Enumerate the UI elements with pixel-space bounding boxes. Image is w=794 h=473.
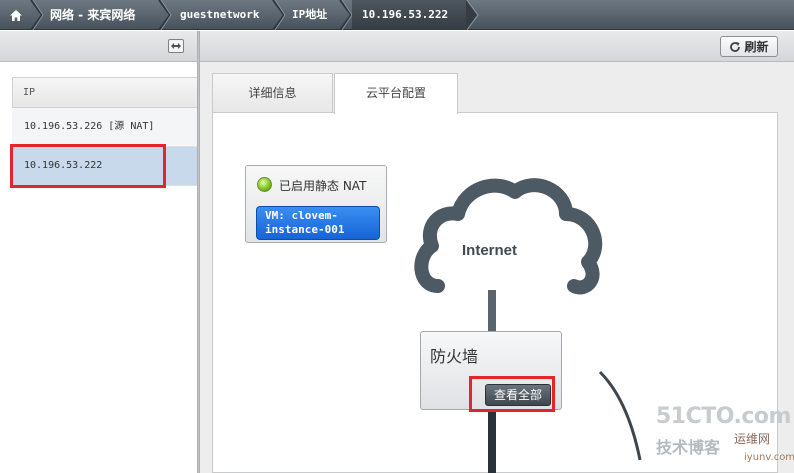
- static-nat-box: 已启用静态 NAT VM: clovem- instance-001: [245, 165, 387, 243]
- vm-link[interactable]: VM: clovem- instance-001: [256, 206, 380, 240]
- view-all-button[interactable]: 查看全部: [485, 384, 551, 406]
- watermark-url: iyunv.com: [744, 452, 794, 463]
- breadcrumb-ip-addresses[interactable]: IP地址: [292, 0, 327, 30]
- breadcrumb-network[interactable]: 网络 - 来宾网络: [50, 0, 135, 30]
- internet-label: Internet: [462, 242, 518, 259]
- watermark-brand: 51CTO.com: [656, 404, 791, 429]
- breadcrumb-separator-icon: [158, 0, 172, 30]
- left-toolbar: [0, 31, 197, 62]
- watermark: 51CTO.com 技术博客 运维网 iyunv.com: [652, 402, 794, 473]
- refresh-label: 刷新: [744, 40, 769, 54]
- list-header: IP: [12, 77, 197, 108]
- right-toolbar: 刷新: [200, 31, 794, 62]
- nat-status-label: 已启用静态 NAT: [279, 179, 367, 193]
- home-button[interactable]: [0, 0, 32, 30]
- watermark-subtitle: 技术博客: [656, 438, 721, 457]
- ip-list-panel: IP 10.196.53.226 [源 NAT] 10.196.53.222: [0, 62, 197, 473]
- breadcrumb-separator-icon: [466, 0, 479, 30]
- green-led-icon: [257, 177, 272, 192]
- breadcrumb: 网络 - 来宾网络 guestnetwork IP地址 10.196.53.22…: [0, 0, 794, 30]
- vm-line-2: instance-001: [265, 223, 345, 236]
- vm-line-1: VM: clovem-: [265, 209, 338, 222]
- firewall-box: 防火墙 查看全部: [420, 331, 562, 410]
- refresh-icon: [730, 41, 741, 52]
- tab-details[interactable]: 详细信息: [212, 73, 333, 113]
- refresh-button[interactable]: 刷新: [720, 36, 778, 57]
- firewall-title: 防火墙: [430, 347, 479, 366]
- breadcrumb-guestnetwork[interactable]: guestnetwork: [180, 0, 259, 30]
- breadcrumb-current-ip: 10.196.53.222: [352, 0, 466, 30]
- watermark-tag: 运维网: [734, 432, 771, 446]
- home-icon: [10, 9, 22, 21]
- collapse-panel-button[interactable]: [168, 39, 184, 53]
- breadcrumb-separator-icon: [272, 0, 286, 30]
- collapse-arrows-icon: [171, 43, 181, 49]
- list-item-selected[interactable]: 10.196.53.222: [12, 147, 197, 186]
- breadcrumb-separator-icon: [30, 0, 44, 30]
- breadcrumb-separator-icon: [339, 0, 353, 30]
- list-item[interactable]: 10.196.53.226 [源 NAT]: [12, 108, 197, 147]
- tab-cloud-config[interactable]: 云平台配置: [334, 73, 458, 114]
